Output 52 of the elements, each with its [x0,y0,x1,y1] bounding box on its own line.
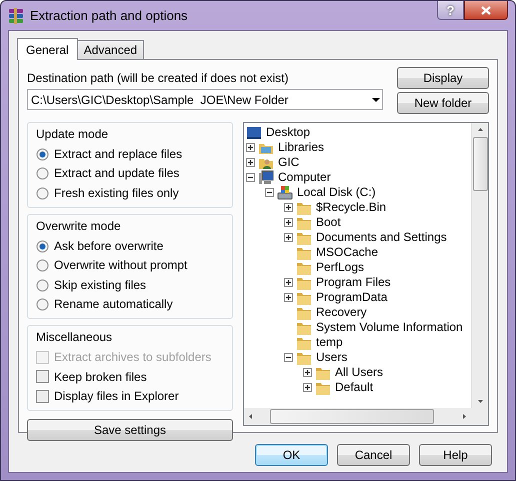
tree-item[interactable]: Computer [246,170,471,185]
tree-item[interactable]: System Volume Information [246,320,471,335]
tree-item[interactable]: $Recycle.Bin [246,200,471,215]
radio-option[interactable]: Overwrite without prompt [36,256,225,276]
checkbox-option: Extract archives to subfolders [36,348,225,368]
radio-option[interactable]: Ask before overwrite [36,236,225,256]
desktop-icon [246,124,262,140]
horizontal-scrollbar[interactable] [244,408,471,425]
tree-item[interactable]: temp [246,335,471,350]
tab[interactable]: General [17,38,78,60]
dialog-button[interactable]: OK [255,444,328,466]
group-title: Miscellaneous [36,330,114,345]
group-title: Update mode [36,127,110,142]
checkbox-option[interactable]: Display files in Explorer [36,386,225,406]
radio-option[interactable]: Fresh existing files only [36,183,225,203]
vertical-scrollbar[interactable] [471,123,488,408]
dialog-button[interactable]: Cancel [337,444,410,466]
action-button[interactable]: New folder [397,92,489,114]
close-icon [481,6,491,14]
tree-item[interactable]: Desktop [246,125,471,140]
save-settings-button[interactable]: Save settings [27,419,233,442]
group-title: Overwrite mode [36,218,122,234]
tree-item[interactable]: Recovery [246,305,471,320]
radio-option[interactable]: Extract and update files [36,164,225,184]
tree-item[interactable]: Libraries [246,140,471,155]
scroll-thumb[interactable] [270,409,434,424]
radio-option[interactable]: Extract and replace files [36,144,225,164]
action-button[interactable]: Display [397,67,489,89]
window-title: Extraction path and options [30,8,188,24]
scroll-thumb[interactable] [472,137,488,191]
radio-option[interactable]: Skip existing files [36,275,225,295]
tree-item[interactable]: Users [246,350,471,365]
tree-item[interactable]: Local Disk (C:) [246,185,471,200]
tab[interactable]: Advanced [76,40,144,59]
close-button[interactable] [464,1,508,20]
tree-item[interactable]: ProgramData [246,290,471,305]
tree-item[interactable]: Boot [246,215,471,230]
tree-item[interactable]: Documents and Settings [246,230,471,245]
destination-combo[interactable]: C:\Users\GIC\Desktop\Sample JOE\New Folder [27,89,383,110]
radio-option[interactable]: Rename automatically [36,294,225,314]
tree-item[interactable]: GIC [246,155,471,170]
computer-icon [258,170,274,186]
tree-item[interactable]: Program Files [246,275,471,290]
tree-item[interactable]: MSOCache [246,245,471,260]
dialog-button[interactable]: Help [419,444,492,466]
tree-item[interactable]: Default [246,380,471,395]
books-icon [8,8,24,24]
drive-icon [277,184,293,200]
tree-item[interactable]: PerfLogs [246,260,471,275]
field-label: Destination path (will be created if does not exist) [27,71,290,86]
checkbox-option[interactable]: Keep broken files [36,367,225,387]
tree-item[interactable]: All Users [246,365,471,380]
